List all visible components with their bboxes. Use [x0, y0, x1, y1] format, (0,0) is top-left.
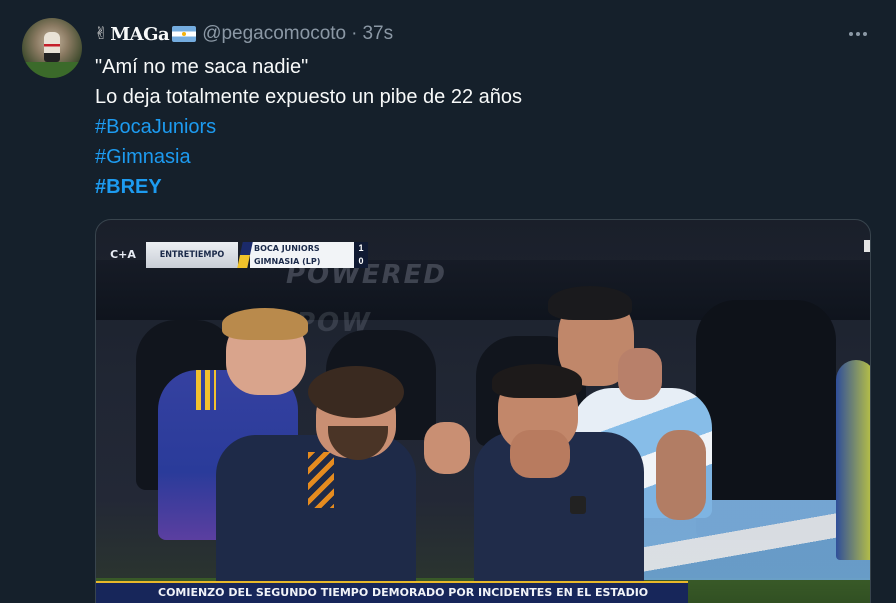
broadcaster-logo: C+A: [110, 248, 136, 261]
team-away: GIMNASIA (LP): [254, 257, 321, 266]
video-edge-marker: [864, 240, 870, 252]
hashtag-link[interactable]: #BocaJuniors: [95, 112, 522, 142]
tweet-media[interactable]: POWERED POW C+A ENTRETIEMPO BOCA JUNIORS…: [95, 219, 871, 603]
tweet[interactable]: ✌ MAGa @pegacomocoto · 37s "Amí no me sa…: [0, 0, 896, 603]
news-ticker: COMIENZO DEL SEGUNDO TIEMPO DEMORADO POR…: [96, 581, 688, 603]
score-away: 0: [358, 256, 364, 266]
more-options-icon[interactable]: [845, 24, 871, 44]
display-name[interactable]: MAGa: [110, 24, 169, 45]
scoreboard: C+A ENTRETIEMPO BOCA JUNIORS GIMNASIA (L…: [108, 242, 368, 268]
hashtag-link[interactable]: #BREY: [95, 172, 522, 202]
tweet-line: Lo deja totalmente expuesto un pibe de 2…: [95, 86, 522, 108]
avatar[interactable]: [22, 18, 82, 78]
hashtag-link[interactable]: #Gimnasia: [95, 142, 522, 172]
match-period: ENTRETIEMPO: [146, 242, 238, 268]
tweet-header: ✌ MAGa @pegacomocoto · 37s: [94, 22, 393, 46]
wing-icon: ✌: [94, 24, 109, 44]
avatar-grass: [22, 62, 82, 78]
tweet-text: "Amí no me saca nadie" Lo deja totalment…: [95, 52, 522, 202]
scoreboard-teams: BOCA JUNIORS GIMNASIA (LP): [250, 242, 354, 268]
user-handle[interactable]: @pegacomocoto: [202, 23, 346, 45]
tweet-line: "Amí no me saca nadie": [95, 56, 309, 78]
score-home: 1: [358, 243, 364, 253]
timestamp[interactable]: 37s: [362, 23, 393, 45]
scoreboard-scores: 1 0: [354, 242, 368, 268]
argentina-flag-icon: [172, 26, 197, 42]
team-home: BOCA JUNIORS: [254, 244, 320, 253]
avatar-figure: [44, 32, 60, 62]
separator: ·: [351, 23, 358, 44]
